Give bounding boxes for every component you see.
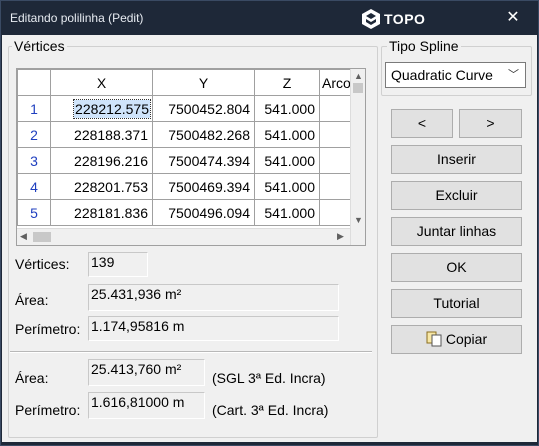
incra-perimeter-value: 1.616,81000 m xyxy=(88,392,205,419)
area-value: 25.431,936 m² xyxy=(88,284,339,311)
cell-z[interactable]: 541.000 xyxy=(254,199,320,226)
cell-x[interactable]: 228181.836 xyxy=(50,199,153,226)
incra-perimeter-label: Perímetro: xyxy=(15,402,81,418)
cell-z[interactable]: 541.000 xyxy=(254,147,320,174)
row-number[interactable]: 1 xyxy=(17,95,51,122)
perimeter-label: Perímetro: xyxy=(15,321,81,337)
cell-z[interactable]: 541.000 xyxy=(254,95,320,122)
column-header-y[interactable]: Y xyxy=(152,69,255,96)
vertices-group-label: Vértices xyxy=(12,38,67,54)
scroll-right-icon[interactable]: ▶ xyxy=(337,231,344,242)
row-number[interactable]: 4 xyxy=(17,173,51,200)
copy-button-label: Copiar xyxy=(445,331,488,347)
cell-z[interactable]: 541.000 xyxy=(254,173,320,200)
table-row[interactable]: 5 228181.836 7500496.094 541.000 xyxy=(17,199,360,226)
scroll-left-icon[interactable]: ◀ xyxy=(20,231,27,242)
topo-logo-icon xyxy=(362,9,380,29)
cell-y[interactable]: 7500452.804 xyxy=(152,95,255,122)
horizontal-scroll-thumb[interactable] xyxy=(33,232,51,242)
ok-button[interactable]: OK xyxy=(391,253,522,282)
column-header-z[interactable]: Z xyxy=(254,69,320,96)
table-row[interactable]: 1 228212.575 7500452.804 541.000 xyxy=(17,95,360,122)
cell-x[interactable]: 228212.575 xyxy=(50,95,153,122)
table-row[interactable]: 2 228188.371 7500482.268 541.000 xyxy=(17,121,360,148)
cell-z[interactable]: 541.000 xyxy=(254,121,320,148)
incra-area-label: Área: xyxy=(15,370,49,386)
title-bar: Editando polilinha (Pedit) TOPO ✕ xyxy=(1,1,538,35)
horizontal-scrollbar[interactable]: ◀ ▶ xyxy=(17,228,350,245)
copy-button[interactable]: Copiar xyxy=(391,325,522,354)
vertical-scroll-thumb[interactable] xyxy=(353,83,363,93)
column-header-x[interactable]: X xyxy=(50,69,153,96)
row-number[interactable]: 3 xyxy=(17,147,51,174)
table-row[interactable]: 4 228201.753 7500469.394 541.000 xyxy=(17,173,360,200)
brand-name: TOPO xyxy=(384,11,426,27)
cell-x[interactable]: 228201.753 xyxy=(50,173,153,200)
perimeter-value: 1.174,95816 m xyxy=(88,316,339,341)
previous-vertex-button[interactable]: < xyxy=(391,109,453,138)
cell-y[interactable]: 7500482.268 xyxy=(152,121,255,148)
cell-y[interactable]: 7500496.094 xyxy=(152,199,255,226)
close-button[interactable]: ✕ xyxy=(499,5,527,31)
spline-type-select[interactable]: Quadratic Curve ﹀ xyxy=(385,62,526,88)
chevron-down-icon[interactable]: ﹀ xyxy=(508,63,519,87)
cell-x[interactable]: 228188.371 xyxy=(50,121,153,148)
scroll-up-icon[interactable]: ▲ xyxy=(354,71,363,81)
incra-area-note: (SGL 3ª Ed. Incra) xyxy=(212,370,326,386)
separator xyxy=(10,351,372,353)
table-row[interactable]: 3 228196.216 7500474.394 541.000 xyxy=(17,147,360,174)
table-header-row: X Y Z Arco xyxy=(17,69,360,96)
window-title: Editando polilinha (Pedit) xyxy=(10,11,144,25)
cell-y[interactable]: 7500474.394 xyxy=(152,147,255,174)
tutorial-button[interactable]: Tutorial xyxy=(391,289,522,318)
copy-icon xyxy=(426,331,442,347)
cell-y[interactable]: 7500469.394 xyxy=(152,173,255,200)
join-lines-button[interactable]: Juntar linhas xyxy=(391,217,522,246)
area-label: Área: xyxy=(15,292,49,308)
cell-x[interactable]: 228196.216 xyxy=(50,147,153,174)
row-number[interactable]: 5 xyxy=(17,199,51,226)
vertices-grid[interactable]: X Y Z Arco 1 228212.575 7500452.804 541.… xyxy=(16,68,366,246)
cell-x-selected[interactable]: 228212.575 xyxy=(73,98,151,119)
next-vertex-button[interactable]: > xyxy=(459,109,522,138)
delete-button[interactable]: Excluir xyxy=(391,181,522,210)
vertical-scrollbar[interactable]: ▲ ▼ xyxy=(350,69,365,245)
incra-perimeter-note: (Cart. 3ª Ed. Incra) xyxy=(212,402,329,418)
pedit-window: Editando polilinha (Pedit) TOPO ✕ Vértic… xyxy=(0,0,539,446)
row-number[interactable]: 2 xyxy=(17,121,51,148)
scroll-down-icon[interactable]: ▼ xyxy=(354,215,363,225)
vertices-table: X Y Z Arco 1 228212.575 7500452.804 541.… xyxy=(17,69,360,226)
insert-button[interactable]: Inserir xyxy=(391,145,522,174)
vertices-count-label: Vértices: xyxy=(15,256,70,272)
vertices-count-value: 139 xyxy=(88,252,148,277)
spline-group-label: Tipo Spline xyxy=(387,38,461,54)
topo-logo: TOPO xyxy=(361,8,425,30)
spline-type-selected: Quadratic Curve xyxy=(391,67,493,83)
dialog-body: Vértices X Y Z Arco 1 228212.575 7500452… xyxy=(2,35,537,442)
corner-header xyxy=(17,69,51,96)
incra-area-value: 25.413,760 m² xyxy=(88,359,205,386)
